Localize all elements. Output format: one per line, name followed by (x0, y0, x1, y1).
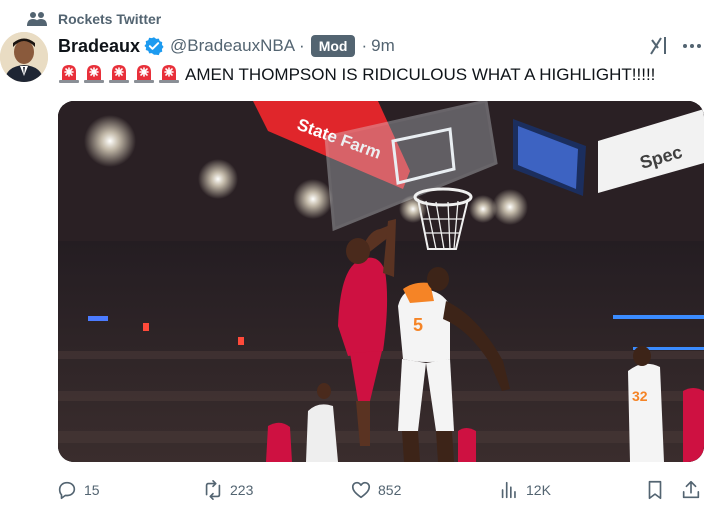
separator-dot: · (299, 36, 305, 55)
views-button[interactable]: 12K (498, 476, 551, 504)
bookmark-icon (648, 480, 662, 500)
tweet-header: Bradeaux @BradeauxNBA · Mod · 9m (58, 34, 395, 58)
svg-text:32: 32 (632, 388, 648, 404)
more-options-icon[interactable] (680, 36, 704, 56)
repost-count: 223 (230, 482, 254, 498)
separator-dot: · (361, 36, 368, 55)
community-name[interactable]: Rockets Twitter (58, 11, 161, 27)
like-count: 852 (378, 482, 402, 498)
rotating-light-emoji (133, 62, 155, 84)
rotating-light-emoji (158, 62, 180, 84)
tweet-body: AMEN THOMPSON IS RIDICULOUS WHAT A HIGHL… (185, 65, 656, 84)
tweet-video[interactable]: State Farm Spec 5 32 (58, 101, 704, 462)
rotating-light-emoji (58, 62, 80, 84)
mod-badge: Mod (310, 35, 356, 57)
repost-button[interactable]: 223 (202, 476, 253, 504)
bookmark-button[interactable] (644, 476, 666, 504)
reply-button[interactable]: 15 (56, 476, 100, 504)
rotating-light-emoji (108, 62, 130, 84)
views-icon (501, 481, 516, 499)
timestamp[interactable]: 9m (371, 36, 395, 56)
repost-icon (205, 480, 221, 500)
verified-badge-icon[interactable] (144, 36, 164, 56)
author-display-name[interactable]: Bradeaux (58, 36, 140, 57)
community-header[interactable]: Rockets Twitter (26, 9, 161, 29)
emoji-row (58, 62, 183, 89)
author-handle[interactable]: @BradeauxNBA (170, 36, 295, 56)
reply-icon (58, 481, 76, 500)
svg-text:5: 5 (413, 315, 423, 335)
heart-icon (351, 481, 371, 499)
avatar[interactable] (0, 32, 48, 82)
share-button[interactable] (680, 476, 702, 504)
share-icon (682, 480, 700, 499)
reply-count: 15 (84, 482, 100, 498)
rotating-light-emoji (83, 62, 105, 84)
tweet-text: AMEN THOMPSON IS RIDICULOUS WHAT A HIGHL… (58, 62, 655, 88)
views-count: 12K (526, 482, 551, 498)
community-icon (26, 10, 48, 28)
grok-icon[interactable] (648, 34, 670, 56)
like-button[interactable]: 852 (350, 476, 401, 504)
tweet-actions: 15 223 852 12K (56, 476, 706, 504)
